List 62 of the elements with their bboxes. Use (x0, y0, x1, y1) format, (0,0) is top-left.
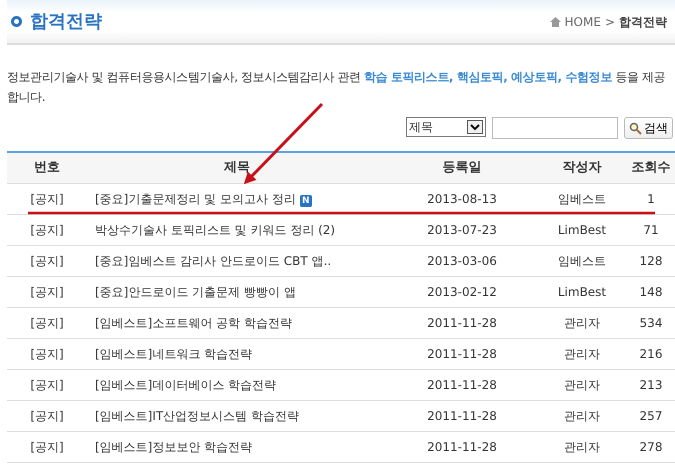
date-cell: 2013-03-06 (427, 254, 497, 268)
column-header: 등록일 (442, 160, 482, 176)
post-title-link[interactable]: [임베스트]정보보안 학습전략 (95, 440, 252, 454)
breadcrumb-current: 합격전략 (619, 14, 667, 30)
post-title-link[interactable]: [중요]임베스트 감리사 안드로이드 CBT 앱.. (95, 254, 332, 268)
column-header: 조회수 (632, 160, 670, 176)
views-cell: 71 (643, 223, 659, 237)
search-input[interactable] (492, 117, 618, 139)
views-cell: 278 (640, 440, 662, 454)
author-cell: LimBest (558, 223, 606, 237)
author-cell: 임베스트 (558, 192, 606, 206)
notice-label: [공지] (30, 378, 64, 392)
views-cell: 213 (640, 378, 662, 392)
notice-label: [공지] (30, 192, 64, 206)
date-cell: 2011-11-28 (427, 316, 497, 330)
author-cell: 관리자 (564, 347, 600, 361)
date-cell: 2011-11-28 (427, 347, 497, 361)
notice-label: [공지] (30, 316, 64, 330)
date-cell: 2013-02-12 (427, 285, 497, 299)
breadcrumb-home[interactable]: HOME (564, 12, 601, 30)
notice-label: [공지] (30, 254, 64, 268)
page-title: 합격전략 (30, 10, 102, 34)
post-title-link[interactable]: [임베스트]데이터베이스 학습전략 (95, 378, 276, 392)
author-cell: 임베스트 (558, 254, 606, 268)
author-cell: 관리자 (564, 440, 600, 454)
date-cell: 2013-07-23 (427, 223, 497, 237)
post-title-link[interactable]: 박상수기술사 토픽리스트 및 키워드 정리 (2) (95, 223, 336, 237)
author-cell: 관리자 (564, 409, 600, 423)
notice-label: [공지] (30, 347, 64, 361)
views-cell: 534 (640, 316, 662, 330)
notice-label: [공지] (30, 223, 64, 237)
views-cell: 128 (640, 254, 662, 268)
post-title-link[interactable]: [임베스트]IT산업정보시스템 학습전략 (95, 409, 300, 423)
views-cell: 216 (640, 347, 662, 361)
author-cell: LimBest (558, 285, 606, 299)
post-title-link[interactable]: [중요]안드로이드 기출문제 빵빵이 앱 (95, 285, 296, 299)
date-cell: 2011-11-28 (427, 409, 497, 423)
bullet-icon (11, 16, 22, 27)
post-title-link[interactable]: [임베스트]네트워크 학습전략 (95, 347, 252, 361)
breadcrumb-separator: > (604, 14, 615, 30)
date-cell: 2011-11-28 (427, 378, 497, 392)
new-badge: N (300, 195, 312, 207)
post-title-link[interactable]: [중요]기출문제정리 및 모의고사 정리 (95, 192, 296, 206)
author-cell: 관리자 (564, 378, 600, 392)
search-icon (629, 122, 642, 134)
column-header: 작성자 (562, 160, 602, 176)
views-cell: 148 (640, 285, 662, 299)
notice-label: [공지] (30, 285, 64, 299)
views-cell: 257 (640, 409, 662, 423)
column-header: 제목 (224, 160, 250, 176)
search-field-select[interactable]: 제목 (406, 117, 486, 137)
notice-label: [공지] (30, 409, 64, 423)
author-cell: 관리자 (564, 316, 600, 330)
description-text: 정보관리기술사 및 컴퓨터응용시스템기술사, 정보시스템감리사 관련 학습 토픽리스트, 핵심토픽, 예상토픽, 수험정보 등을 제공합니다. (7, 69, 666, 106)
column-header: 번호 (34, 160, 60, 176)
date-cell: 2013-08-13 (427, 192, 497, 206)
date-cell: 2011-11-28 (427, 440, 497, 454)
views-cell: 1 (647, 192, 655, 206)
post-title-link[interactable]: [임베스트]소프트웨어 공학 학습전략 (95, 316, 292, 330)
home-icon (550, 16, 561, 26)
search-button[interactable]: 검색 (624, 117, 673, 139)
notice-label: [공지] (30, 440, 64, 454)
